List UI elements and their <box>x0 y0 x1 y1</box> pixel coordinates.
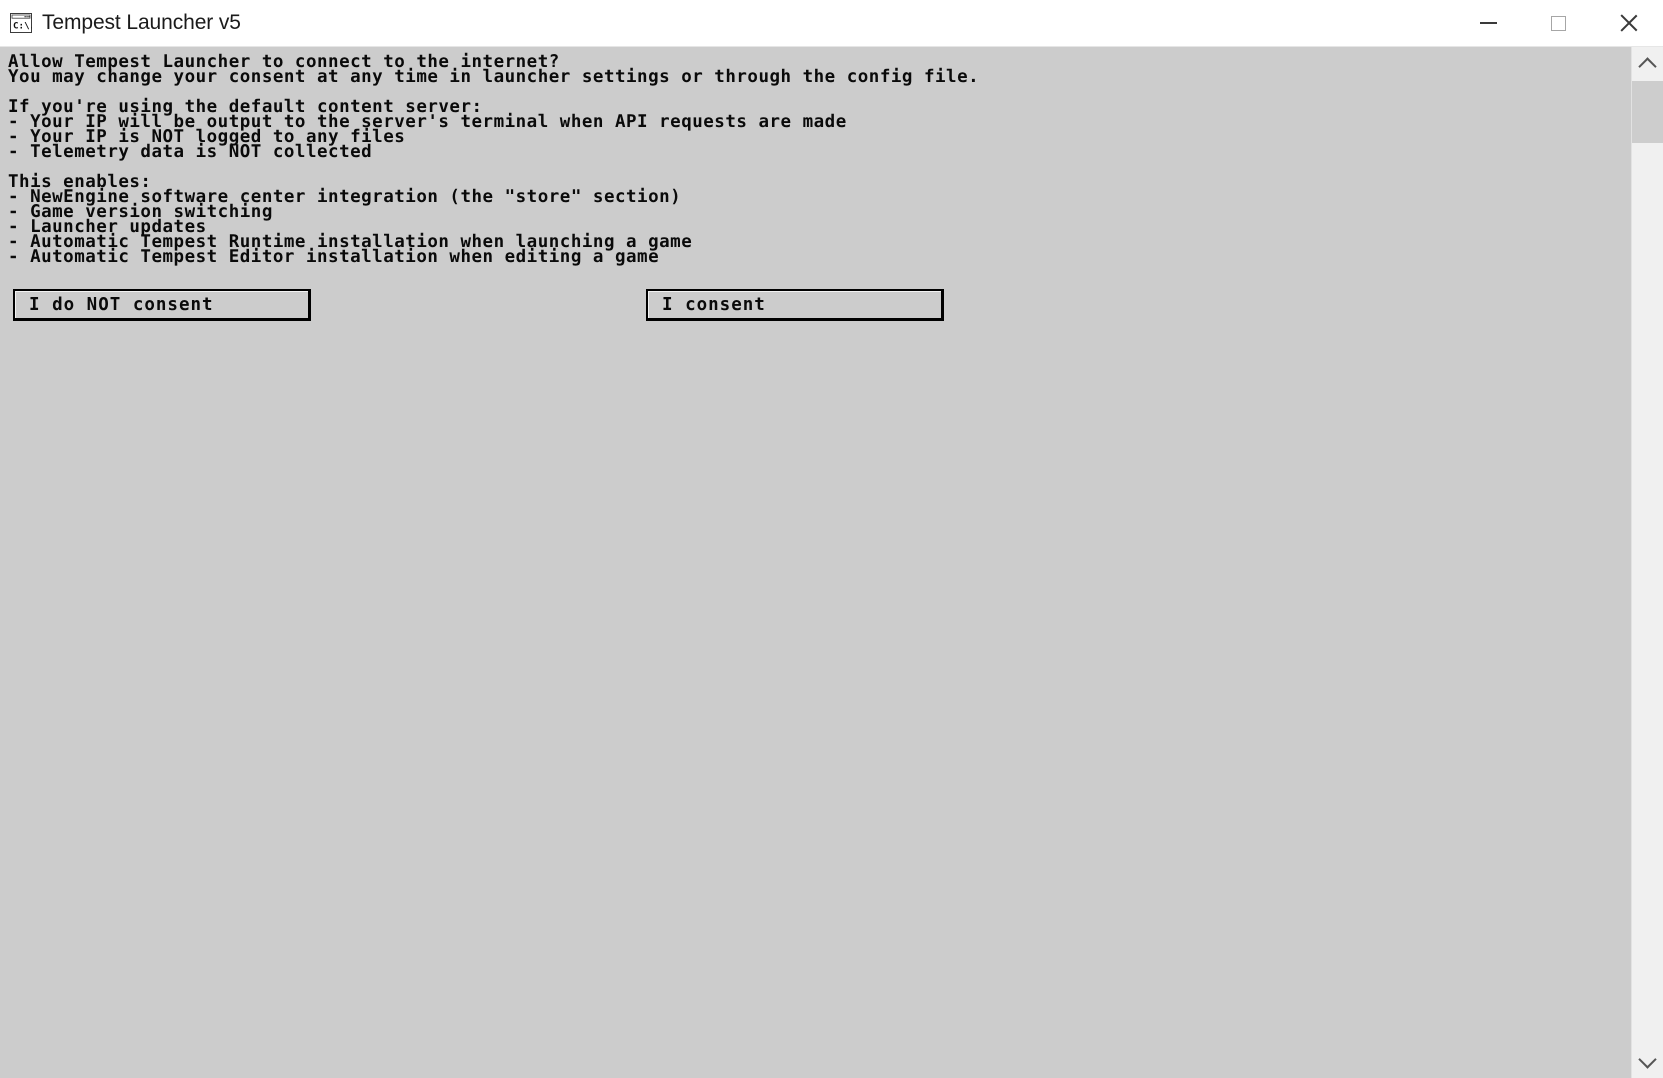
client-area: Allow Tempest Launcher to connect to the… <box>0 47 1663 1078</box>
application-window: C:\. Tempest Launcher v5 Allow Tempest L… <box>0 0 1663 1078</box>
minimize-button[interactable] <box>1453 0 1523 46</box>
vertical-scrollbar[interactable] <box>1631 47 1663 1078</box>
scroll-up-button[interactable] <box>1632 47 1663 81</box>
consent-button-row: I do NOT consent I consent <box>8 289 1631 323</box>
svg-text:C:\.: C:\. <box>13 20 32 31</box>
accept-consent-button[interactable]: I consent <box>646 289 944 321</box>
scrollbar-thumb[interactable] <box>1632 81 1663 143</box>
maximize-button[interactable] <box>1523 0 1593 46</box>
scroll-down-button[interactable] <box>1632 1044 1663 1078</box>
window-title: Tempest Launcher v5 <box>42 11 241 34</box>
scrollbar-track[interactable] <box>1632 81 1663 1044</box>
console-line: You may change your consent at any time … <box>8 67 980 87</box>
console-line: - Automatic Tempest Editor installation … <box>8 247 660 267</box>
console-line: - Game version switching <box>8 202 273 222</box>
title-bar: C:\. Tempest Launcher v5 <box>0 0 1663 47</box>
chevron-up-icon <box>1638 56 1657 76</box>
close-icon <box>1617 12 1639 34</box>
minimize-icon <box>1479 22 1497 24</box>
maximize-icon <box>1550 15 1566 31</box>
cmd-console-icon: C:\. <box>10 13 35 33</box>
console-line: - Telemetry data is NOT collected <box>8 142 373 162</box>
decline-consent-button[interactable]: I do NOT consent <box>13 289 311 321</box>
chevron-down-icon <box>1638 1049 1657 1069</box>
console-output-pane[interactable]: Allow Tempest Launcher to connect to the… <box>0 47 1631 1078</box>
close-button[interactable] <box>1593 0 1663 46</box>
